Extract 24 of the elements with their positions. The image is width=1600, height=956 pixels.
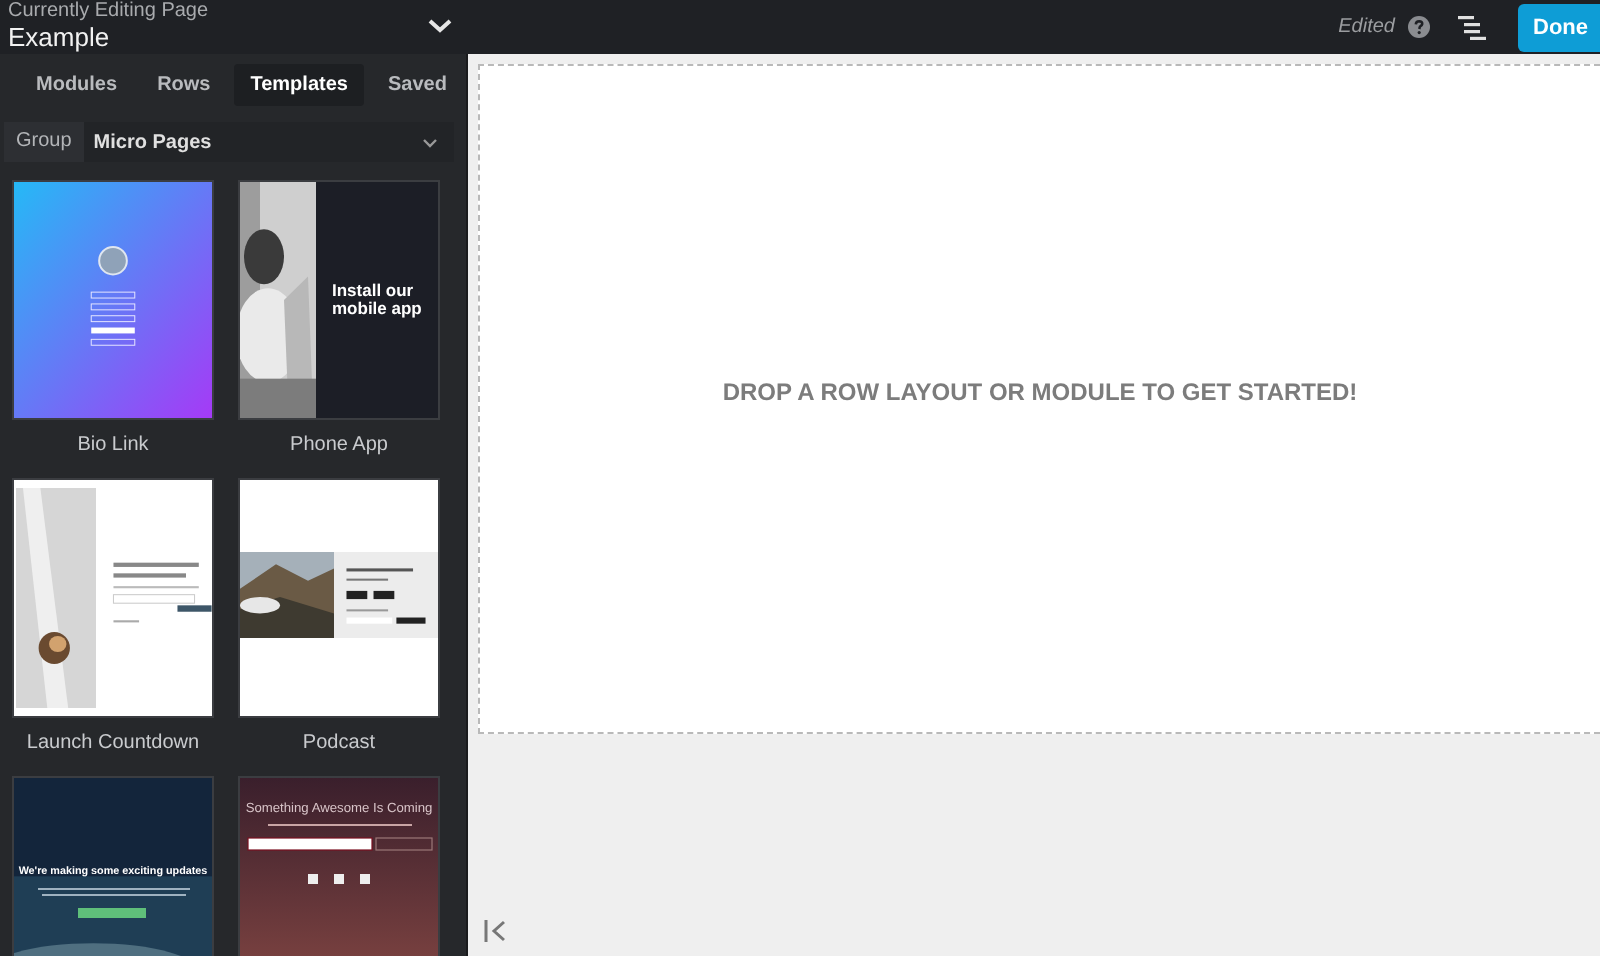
panel-tab[interactable]: Templates [234, 64, 364, 106]
podcast-text-drawing [334, 552, 438, 638]
chevron-down-icon[interactable] [428, 18, 452, 35]
outline-icon[interactable] [1457, 15, 1485, 39]
template-name: Podcast [302, 732, 376, 754]
template-name: Phone App [290, 434, 388, 456]
group-select[interactable]: Micro Pages [83, 122, 454, 162]
panel-tab[interactable]: Modules [20, 64, 134, 106]
panel-tab[interactable]: Rows [141, 64, 227, 106]
collapse-icon[interactable] [484, 920, 508, 942]
group-label: Group [14, 128, 74, 156]
chevron-down-icon [422, 137, 438, 147]
page-subtitle: Currently Editing Page [8, 2, 209, 24]
template-thumbnail[interactable]: Install our mobile app [238, 180, 440, 420]
template-thumbnail[interactable] [238, 478, 440, 718]
template-headline: Install our mobile app [332, 281, 424, 319]
template-name: Bio Link [77, 434, 149, 456]
drop-message: DROP A ROW LAYOUT OR MODULE TO GET STARTED! [722, 377, 1358, 405]
panel-tab[interactable]: Saved [371, 64, 463, 106]
page-title: Example [8, 23, 112, 52]
edited-status: Edited [1338, 16, 1395, 38]
template-name: Launch Countdown [26, 732, 200, 754]
help-icon[interactable] [1407, 16, 1429, 38]
template-thumbnail[interactable] [12, 478, 214, 718]
